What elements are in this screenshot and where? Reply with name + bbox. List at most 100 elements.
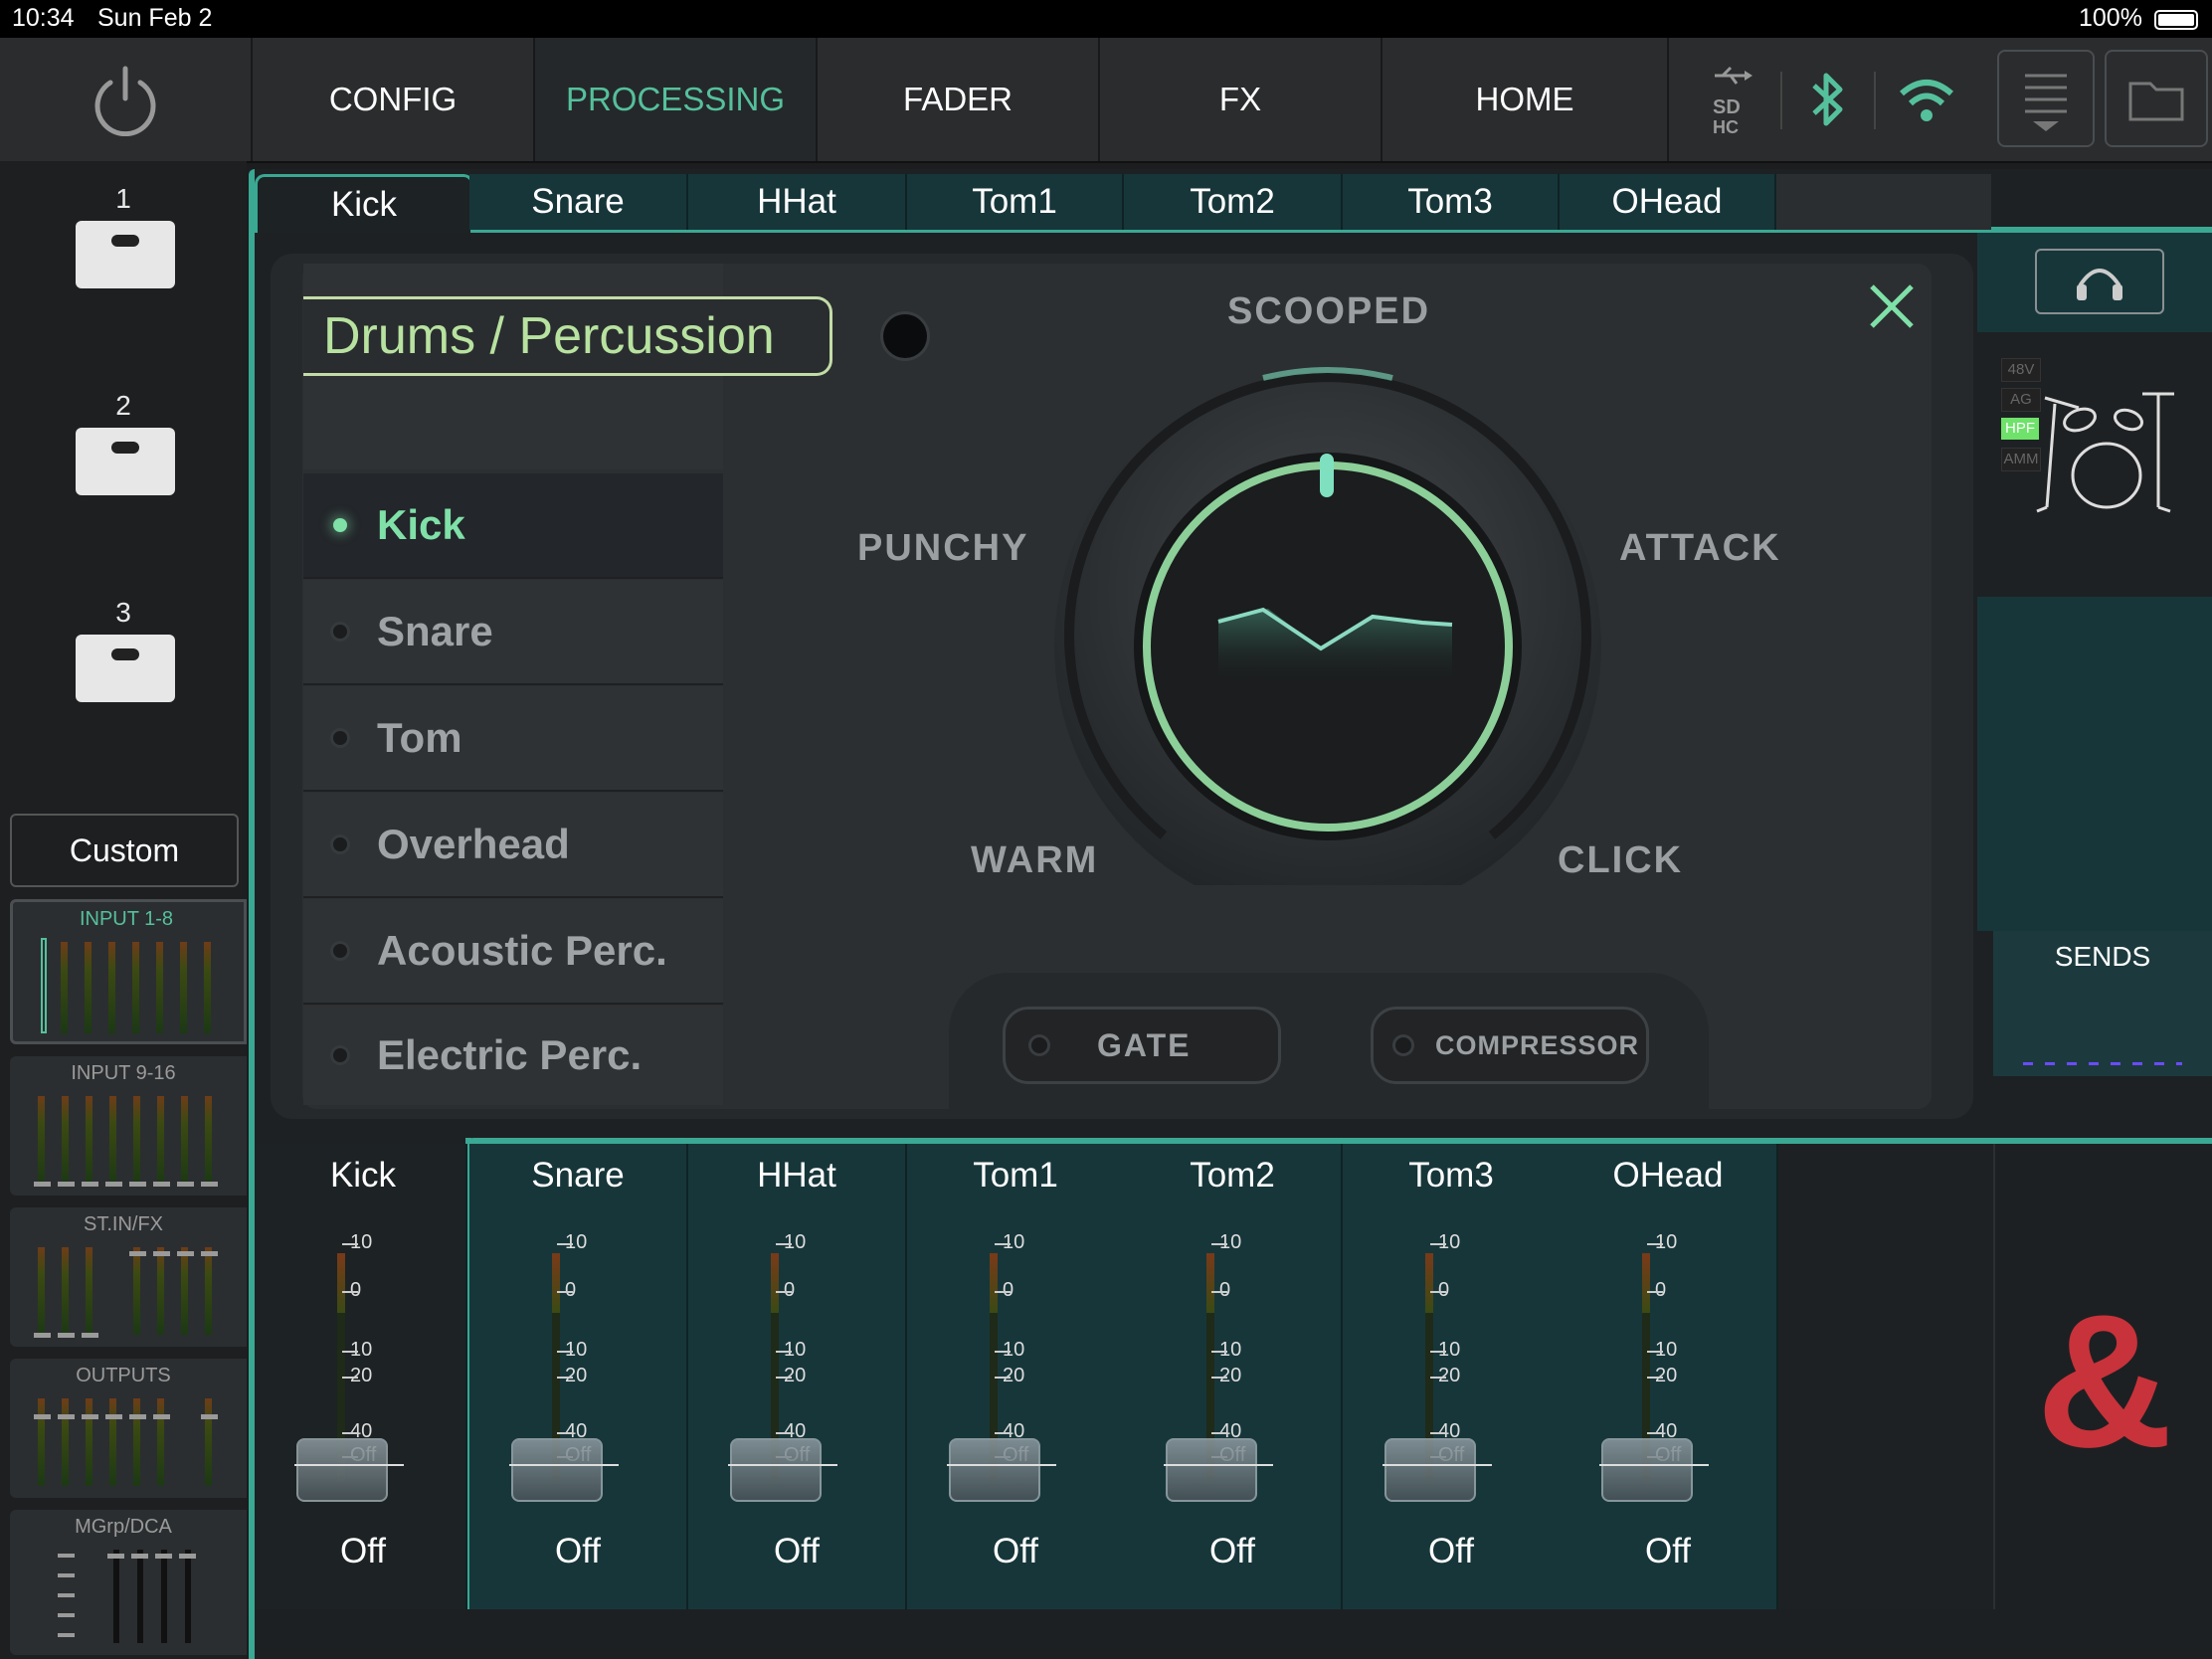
level-meter <box>990 1253 998 1313</box>
compressor-label: COMPRESSOR <box>1435 1029 1640 1060</box>
channel-strip-tom2: Tom2100102040OffOff <box>1124 1144 1343 1609</box>
scale-tick <box>1430 1377 1446 1379</box>
instrument-label: Kick <box>377 501 465 548</box>
radio-dot <box>333 731 347 745</box>
scale-tick <box>557 1432 573 1434</box>
level-meter <box>771 1253 779 1313</box>
instrument-item-tom[interactable]: Tom <box>303 686 723 792</box>
channel-name: Snare <box>531 1156 625 1195</box>
scale-tick <box>995 1243 1011 1245</box>
tab-processing[interactable]: PROCESSING <box>533 38 816 161</box>
compressor-button[interactable]: COMPRESSOR <box>1371 1007 1649 1084</box>
channel-strip-tom3: Tom3100102040OffOff <box>1343 1144 1562 1609</box>
power-button[interactable] <box>0 38 251 161</box>
fader-value: Off <box>554 1532 602 1570</box>
battery-icon <box>2154 10 2198 30</box>
bank-mgrp-dca[interactable]: MGrp/DCA <box>10 1510 247 1655</box>
radio-dot <box>333 837 347 851</box>
instrument-item-snare[interactable]: Snare <box>303 580 723 685</box>
wifi-icon[interactable] <box>1898 76 1955 123</box>
tab-config[interactable]: CONFIG <box>251 38 533 161</box>
instrument-item-kick[interactable]: Kick <box>303 473 723 579</box>
scale-tick <box>1647 1291 1663 1293</box>
menu-icon <box>2025 74 2067 131</box>
channel-tab-tom1[interactable]: Tom1 <box>907 174 1124 230</box>
dial-label-punchy: PUNCHY <box>857 527 1029 569</box>
scene-button-2[interactable] <box>76 428 175 495</box>
tab-home[interactable]: HOME <box>1381 38 1667 161</box>
level-meter <box>1425 1253 1433 1313</box>
bank-label: MGrp/DCA <box>75 1516 172 1538</box>
bank-input-9-16[interactable]: INPUT 9-16 <box>10 1056 247 1196</box>
usb-sd-icon: SDHC <box>1713 66 1752 137</box>
fader-knob-line <box>728 1464 837 1466</box>
fader-knob[interactable] <box>1166 1438 1257 1502</box>
scene-number: 3 <box>115 597 131 628</box>
fader-value: Off <box>773 1532 821 1570</box>
channel-tab-ohead[interactable]: OHead <box>1560 174 1776 230</box>
sends-label: SENDS <box>2054 941 2151 972</box>
headphones-button[interactable] <box>2035 249 2164 314</box>
sends-indicator <box>2023 1062 2182 1065</box>
fader-value: Off <box>1208 1532 1256 1570</box>
status-date: Sun Feb 2 <box>97 4 213 32</box>
fader-value: Off <box>1644 1532 1692 1570</box>
scale-tick <box>995 1432 1011 1434</box>
status-bar: 10:34 Sun Feb 2 100% <box>0 0 2212 38</box>
scale-tick <box>1647 1243 1663 1245</box>
gate-label: GATE <box>1097 1026 1192 1063</box>
scale-tick <box>1211 1351 1227 1353</box>
scale-tick <box>1430 1432 1446 1434</box>
scale-tick <box>1647 1351 1663 1353</box>
instrument-label: Overhead <box>377 821 570 867</box>
scale-tick <box>557 1291 573 1293</box>
headphones-icon <box>2077 269 2122 300</box>
tab-fader[interactable]: FADER <box>816 38 1098 161</box>
channel-tab-kick[interactable]: Kick <box>255 174 473 233</box>
sends-button[interactable]: SENDS <box>1993 931 2212 1076</box>
custom-button[interactable]: Custom <box>10 814 239 887</box>
folder-icon <box>2128 82 2184 121</box>
menu-button[interactable] <box>1997 50 2095 147</box>
fader-knob-line <box>509 1464 619 1466</box>
tab-fx[interactable]: FX <box>1098 38 1381 161</box>
scene-number: 2 <box>115 390 131 421</box>
fader-knob[interactable] <box>1384 1438 1476 1502</box>
fader-knob[interactable] <box>1601 1438 1693 1502</box>
channel-tab-snare[interactable]: Snare <box>469 174 688 230</box>
fader-knob[interactable] <box>730 1438 822 1502</box>
channel-tab-hhat[interactable]: HHat <box>688 174 907 230</box>
instrument-item-overhead[interactable]: Overhead <box>303 793 723 898</box>
instrument-item-acoustic-perc[interactable]: Acoustic Perc. <box>303 899 723 1005</box>
channel-tab-tom3[interactable]: Tom3 <box>1343 174 1560 230</box>
scale-tick <box>1211 1243 1227 1245</box>
bluetooth-icon[interactable] <box>1808 68 1848 131</box>
gate-button[interactable]: GATE <box>1003 1007 1281 1084</box>
badge-48v: 48V <box>2001 358 2041 382</box>
channel-name: Tom1 <box>973 1156 1058 1195</box>
scale-tick <box>995 1351 1011 1353</box>
fader-knob[interactable] <box>949 1438 1040 1502</box>
instrument-item-electric-perc[interactable]: Electric Perc. <box>303 1006 723 1105</box>
fader-value: Off <box>992 1532 1039 1570</box>
dial-label-scooped: SCOOPED <box>1227 290 1431 332</box>
brand-logo: & <box>2036 1276 2173 1487</box>
fader-knob[interactable] <box>296 1438 388 1502</box>
folder-button[interactable] <box>2105 50 2208 147</box>
scale-tick <box>776 1432 792 1434</box>
bank-st-in-fx[interactable]: ST.IN/FX <box>10 1207 247 1347</box>
scale-tick <box>776 1243 792 1245</box>
gate-indicator <box>1031 1037 1047 1053</box>
character-dial[interactable] <box>1044 358 1611 885</box>
indicator-dot <box>883 314 927 358</box>
fader-knob[interactable] <box>511 1438 603 1502</box>
scene-button-3[interactable] <box>76 635 175 702</box>
fader-knob-line <box>1599 1464 1709 1466</box>
bank-input-1-8[interactable]: INPUT 1-8 <box>10 899 247 1044</box>
channel-tab-tom2[interactable]: Tom2 <box>1124 174 1343 230</box>
scene-button-1[interactable] <box>76 221 175 288</box>
close-button[interactable] <box>1864 278 1920 334</box>
category-title[interactable]: Drums / Percussion <box>303 296 832 376</box>
bank-outputs[interactable]: OUTPUTS <box>10 1359 247 1498</box>
level-meter <box>1206 1253 1214 1313</box>
